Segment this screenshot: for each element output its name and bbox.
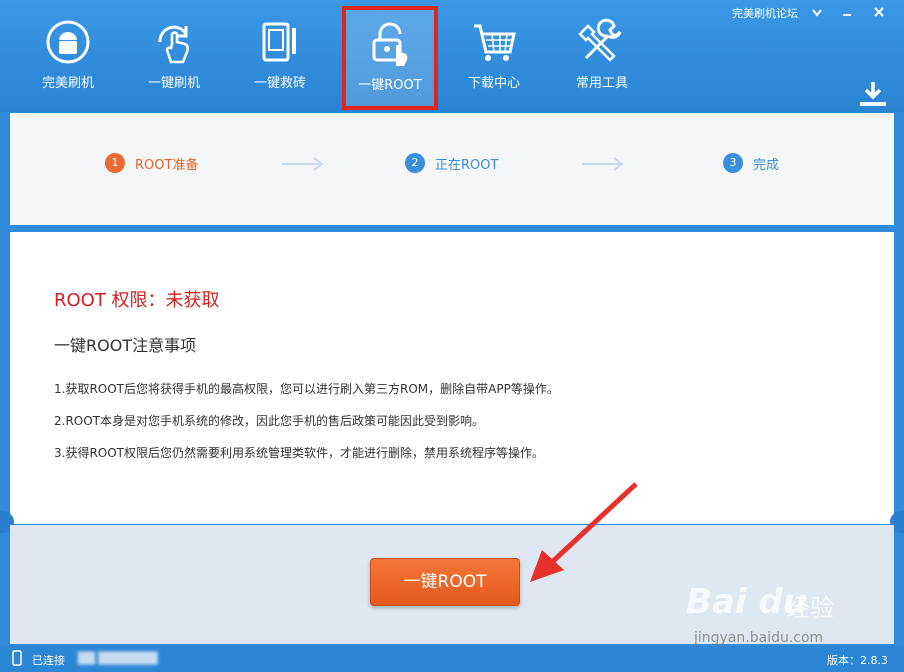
root-status-text: ROOT 权限：未获取 <box>54 290 220 311</box>
nav-item-label: 一键刷机 <box>147 76 200 91</box>
step-rooting: 2 正在ROOT <box>405 153 498 173</box>
close-button[interactable] <box>866 4 892 22</box>
nav-item-download-center[interactable]: 下载中心 <box>446 10 542 100</box>
nav-item-flash[interactable]: 完美刷机 <box>20 10 116 100</box>
nav-item-one-click-flash[interactable]: 一键刷机 <box>126 10 222 100</box>
status-bar: 已连接 ██ ███████ 版本：2.8.3 <box>0 646 904 672</box>
top-toolbar: 完美刷机论坛 完美刷机 一键刷机 一键救砖 一键ROOT 下载中心 常用工具 <box>0 0 904 112</box>
notes-title: 一键ROOT注意事项 <box>54 336 197 355</box>
nav-item-label: 一键ROOT <box>358 78 422 93</box>
nav-item-root[interactable]: 一键ROOT <box>342 6 438 110</box>
step-label: ROOT准备 <box>135 157 199 173</box>
nav-item-label: 常用工具 <box>575 76 628 91</box>
red-pointer-arrow-icon <box>530 482 638 582</box>
step-done: 3 完成 <box>723 153 779 173</box>
step-prepare: 1 ROOT准备 <box>105 153 198 173</box>
note-item: 3.获得ROOT权限后您仍然需要利用系统管理类软件，才能进行删除，禁用系统程序等… <box>54 446 545 460</box>
step-number: 3 <box>723 153 743 173</box>
root-progress-steps: 1 ROOT准备 2 正在ROOT 3 完成 <box>10 113 894 225</box>
hand-refresh-icon <box>158 25 189 64</box>
unlock-icon <box>372 22 408 66</box>
download-icon[interactable] <box>858 80 888 108</box>
tools-icon <box>578 18 622 62</box>
step-number: 1 <box>105 153 125 173</box>
minimize-button[interactable] <box>834 4 860 22</box>
note-item: 1.获取ROOT后您将获得手机的最高权限，您可以进行刷入第三方ROM，删除自带A… <box>54 382 559 396</box>
root-info-panel: ROOT 权限：未获取 一键ROOT注意事项 1.获取ROOT后您将获得手机的最… <box>10 232 894 524</box>
cart-icon <box>474 24 516 61</box>
step-number: 2 <box>405 153 425 173</box>
one-click-root-button[interactable]: 一键ROOT <box>370 558 520 606</box>
menu-dropdown-button[interactable] <box>804 4 830 22</box>
note-item: 2.ROOT本身是对您手机系统的修改，因此您手机的售后政策可能因此受到影响。 <box>54 414 485 428</box>
brick-wrench-icon <box>262 22 296 62</box>
device-name: ██ ███████ <box>78 652 158 665</box>
step-label: 完成 <box>753 157 780 173</box>
close-icon <box>874 7 884 17</box>
nav-item-tools[interactable]: 常用工具 <box>554 10 650 100</box>
watermark-url: jingyan.baidu.com <box>694 630 824 646</box>
phone-icon <box>12 650 22 666</box>
chevron-down-icon <box>812 9 822 17</box>
version-label: 版本：2.8.3 <box>827 654 888 667</box>
step-arrow-icon <box>282 157 324 171</box>
watermark-brand-cn: 经验 <box>786 594 834 622</box>
baidu-watermark: Bai du 经验 jingyan.baidu.com <box>686 574 856 654</box>
minimize-icon <box>843 14 851 16</box>
step-label: 正在ROOT <box>435 157 499 173</box>
app-window: 完美刷机论坛 完美刷机 一键刷机 一键救砖 一键ROOT 下载中心 常用工具 1… <box>0 0 904 672</box>
nav-item-label: 完美刷机 <box>41 76 94 91</box>
connection-status: 已连接 <box>32 654 65 667</box>
nav-item-label: 下载中心 <box>467 76 520 91</box>
forum-link[interactable]: 完美刷机论坛 <box>732 5 798 21</box>
step-arrow-icon <box>582 157 624 171</box>
nav-item-unbrick[interactable]: 一键救砖 <box>232 10 328 100</box>
android-icon <box>46 20 90 64</box>
nav-item-label: 一键救砖 <box>253 76 306 91</box>
